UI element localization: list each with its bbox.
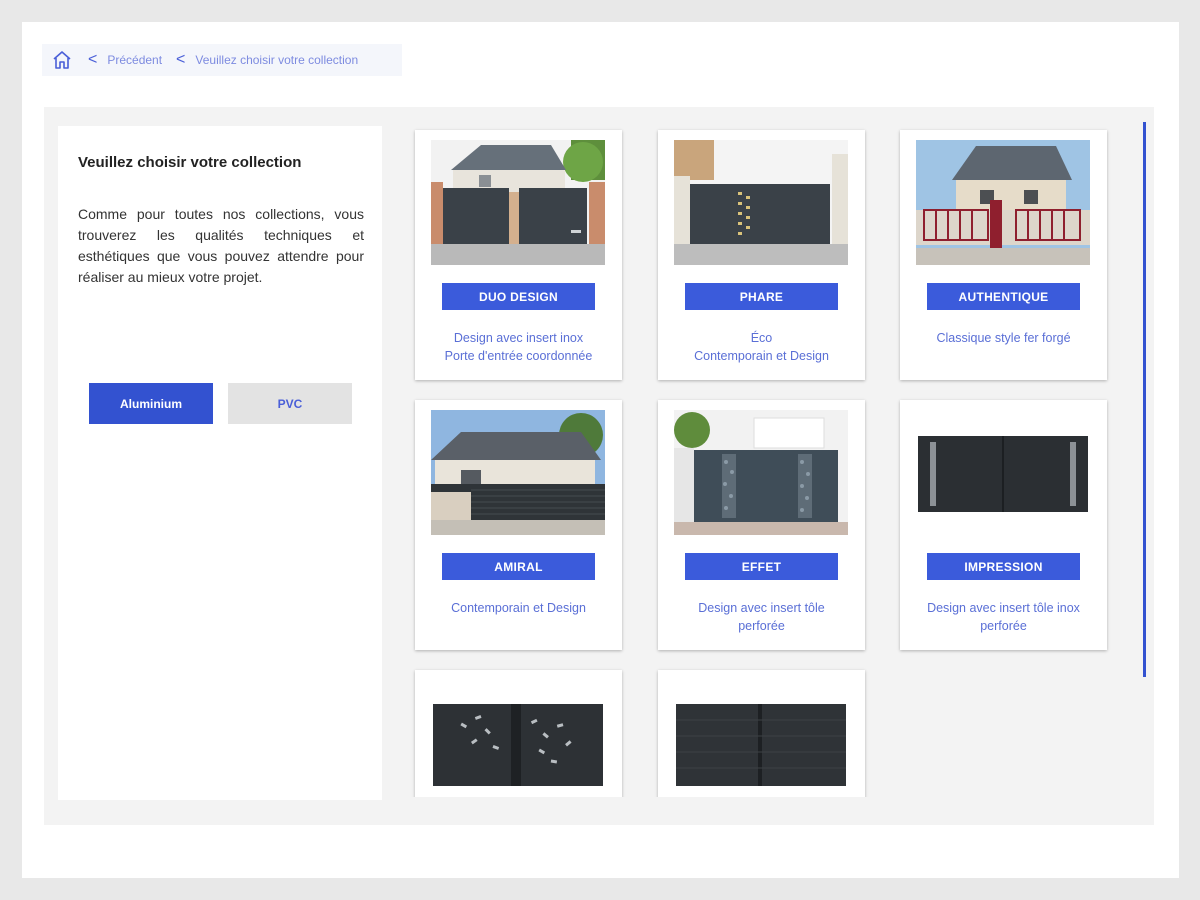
collection-description-line: Classique style fer forgé bbox=[936, 331, 1071, 345]
chevron-left-icon: < bbox=[176, 51, 186, 68]
collection-description-line: Design avec insert tôle bbox=[698, 601, 825, 615]
collection-card-phare[interactable]: PHARE Éco Contemporain et Design bbox=[658, 130, 865, 380]
collection-description-line: Design avec insert tôle inox bbox=[927, 601, 1080, 615]
breadcrumb-current[interactable]: Veuillez choisir votre collection bbox=[195, 53, 358, 67]
material-pvc-button[interactable]: PVC bbox=[228, 383, 352, 424]
collection-description-line: Design avec insert inox bbox=[453, 331, 584, 345]
collection-card-effet[interactable]: EFFET Design avec insert tôle perforée bbox=[658, 400, 865, 650]
collection-description: Design avec insert tôle perforée bbox=[664, 599, 859, 635]
collection-photo bbox=[674, 680, 848, 797]
collection-description-line: Contemporain et Design bbox=[694, 349, 829, 363]
collection-description-line: Éco bbox=[750, 331, 773, 345]
collection-card-7[interactable] bbox=[415, 670, 622, 797]
collection-photo bbox=[916, 410, 1090, 535]
collection-description: Contemporain et Design bbox=[421, 599, 616, 617]
collection-name-label: DUO DESIGN bbox=[442, 283, 595, 310]
collection-photo bbox=[674, 410, 848, 535]
collection-name-label: EFFET bbox=[685, 553, 838, 580]
collection-grid-scrollbar[interactable] bbox=[1143, 122, 1146, 677]
collection-photo bbox=[674, 140, 848, 265]
collection-description-line: perforée bbox=[738, 619, 785, 633]
collection-description: Classique style fer forgé bbox=[906, 329, 1101, 347]
collection-photo bbox=[916, 140, 1090, 265]
home-icon[interactable] bbox=[50, 48, 74, 72]
collection-description: Design avec insert tôle inox perforée bbox=[906, 599, 1101, 635]
collection-description-line: Porte d'entrée coordonnée bbox=[444, 349, 593, 363]
collection-description: Éco Contemporain et Design bbox=[664, 329, 859, 365]
collection-card-impression[interactable]: IMPRESSION Design avec insert tôle inox … bbox=[900, 400, 1107, 650]
collection-card-8[interactable] bbox=[658, 670, 865, 797]
collection-name-label: PHARE bbox=[685, 283, 838, 310]
breadcrumb: < Précédent < Veuillez choisir votre col… bbox=[42, 44, 402, 76]
collection-description-line: perforée bbox=[980, 619, 1027, 633]
panel-description: Comme pour toutes nos collections, vous … bbox=[78, 206, 364, 285]
collection-name-label: AUTHENTIQUE bbox=[927, 283, 1080, 310]
collection-photo bbox=[431, 680, 605, 797]
breadcrumb-previous-link[interactable]: Précédent bbox=[107, 53, 162, 67]
collection-description: Design avec insert inox Porte d'entrée c… bbox=[421, 329, 616, 365]
collection-name-label: IMPRESSION bbox=[927, 553, 1080, 580]
collection-grid: DUO DESIGN Design avec insert inox Porte… bbox=[405, 120, 1125, 797]
collection-card-duo-design[interactable]: DUO DESIGN Design avec insert inox Porte… bbox=[415, 130, 622, 380]
collection-description-line: Contemporain et Design bbox=[451, 601, 586, 615]
panel-title: Veuillez choisir votre collection bbox=[78, 154, 302, 171]
collection-photo bbox=[431, 410, 605, 535]
material-aluminium-button[interactable]: Aluminium bbox=[89, 383, 213, 424]
collection-name-label: AMIRAL bbox=[442, 553, 595, 580]
collection-info-panel: Veuillez choisir votre collection Comme … bbox=[58, 126, 382, 800]
collection-card-authentique[interactable]: AUTHENTIQUE Classique style fer forgé bbox=[900, 130, 1107, 380]
chevron-left-icon: < bbox=[88, 51, 98, 68]
collection-card-amiral[interactable]: AMIRAL Contemporain et Design bbox=[415, 400, 622, 650]
collection-photo bbox=[431, 140, 605, 265]
